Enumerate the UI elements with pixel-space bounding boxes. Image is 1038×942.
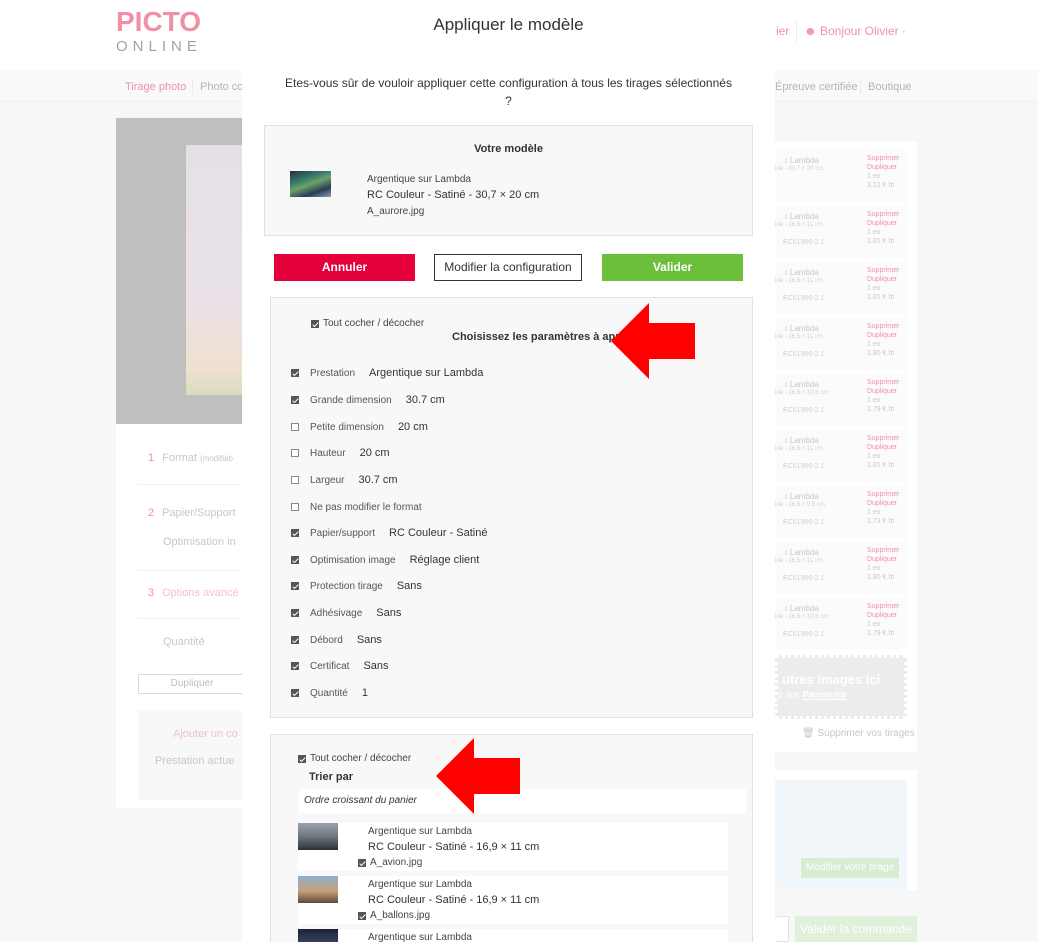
toggle-all-label: Tout cocher / décocher: [310, 753, 412, 764]
param-value: 20 cm: [397, 421, 428, 433]
param-value: 30.7 cm: [405, 394, 445, 406]
param-label: Largeur: [310, 474, 345, 486]
param-value: 1: [361, 687, 368, 699]
param-label: Certificat: [310, 660, 350, 672]
param-row[interactable]: Protection tirage Sans: [291, 579, 422, 593]
param-label: Débord: [310, 634, 343, 646]
model-filename: A_aurore.jpg: [367, 206, 425, 217]
validate-button[interactable]: Valider: [602, 254, 743, 281]
param-checkbox[interactable]: [291, 396, 299, 404]
image-format: RC Couleur - Satiné - 16,9 × 11 cm: [368, 841, 540, 853]
image-checkbox[interactable]: [358, 858, 366, 867]
param-value: Argentique sur Lambda: [369, 367, 484, 379]
param-checkbox[interactable]: [291, 556, 299, 564]
param-label: Quantité: [310, 687, 348, 699]
param-row[interactable]: Petite dimension 20 cm: [291, 420, 428, 434]
images-toggle-all[interactable]: Tout cocher / décocher: [298, 753, 411, 764]
param-checkbox[interactable]: [291, 529, 299, 537]
toggle-all-label: Tout cocher / décocher: [323, 318, 425, 329]
image-thumbnail: [298, 823, 338, 850]
modal-title: Appliquer le modèle: [433, 15, 584, 34]
model-heading: Votre modèle: [474, 143, 543, 155]
param-label: Hauteur: [310, 447, 346, 459]
image-item[interactable]: Argentique sur Lambda RC Couleur - Satiné…: [298, 876, 728, 924]
modify-configuration-button[interactable]: Modifier la configuration: [434, 254, 582, 281]
checkbox[interactable]: [298, 754, 306, 763]
param-checkbox[interactable]: [291, 689, 299, 697]
param-label: Optimisation image: [310, 554, 396, 566]
checkbox[interactable]: [311, 319, 319, 328]
param-value: Réglage client: [409, 554, 480, 566]
image-filename: A_ballons.jpg: [370, 910, 431, 921]
param-row[interactable]: Certificat Sans: [291, 659, 389, 673]
param-row[interactable]: Ne pas modifier le format: [291, 500, 436, 514]
image-file[interactable]: A_avion.jpg: [358, 857, 422, 868]
param-label: Adhésivage: [310, 607, 363, 619]
param-value: 20 cm: [359, 447, 390, 459]
param-label: Protection tirage: [310, 580, 383, 592]
red-arrow-sort: [436, 738, 520, 814]
param-value: Sans: [356, 634, 382, 646]
param-value: RC Couleur - Satiné: [389, 527, 488, 539]
image-thumbnail: [298, 929, 338, 942]
image-item[interactable]: Argentique sur Lambda: [298, 929, 728, 942]
model-thumbnail: [290, 171, 331, 197]
sort-select[interactable]: Ordre croissant du panier: [298, 789, 746, 813]
param-checkbox[interactable]: [291, 662, 299, 670]
param-row[interactable]: Débord Sans: [291, 633, 382, 647]
param-checkbox[interactable]: [291, 609, 299, 617]
param-checkbox[interactable]: [291, 582, 299, 590]
image-item[interactable]: Argentique sur Lambda RC Couleur - Satiné…: [298, 823, 728, 871]
param-checkbox[interactable]: [291, 449, 299, 457]
model-format: RC Couleur - Satiné - 30,7 × 20 cm: [367, 189, 540, 201]
param-value: 30.7 cm: [358, 474, 398, 486]
param-row[interactable]: Quantité 1: [291, 686, 368, 700]
image-service: Argentique sur Lambda: [368, 879, 472, 890]
image-format: RC Couleur - Satiné - 16,9 × 11 cm: [368, 894, 540, 906]
param-checkbox[interactable]: [291, 503, 299, 511]
param-row[interactable]: Grande dimension 30.7 cm: [291, 393, 445, 407]
param-label: Papier/support: [310, 527, 376, 539]
param-value: Sans: [396, 580, 422, 592]
param-label: Petite dimension: [310, 421, 384, 433]
red-arrow-params: [611, 303, 695, 379]
param-row[interactable]: Adhésivage Sans: [291, 606, 401, 620]
image-thumbnail: [298, 876, 338, 903]
image-service: Argentique sur Lambda: [368, 826, 472, 837]
image-service: Argentique sur Lambda: [368, 932, 472, 942]
param-checkbox[interactable]: [291, 369, 299, 377]
param-row[interactable]: Hauteur 20 cm: [291, 446, 390, 460]
param-row[interactable]: Largeur 30.7 cm: [291, 473, 398, 487]
model-summary: Votre modèle Argentique sur Lambda RC Co…: [264, 125, 753, 236]
param-row[interactable]: Optimisation image Réglage client: [291, 553, 479, 567]
param-checkbox[interactable]: [291, 636, 299, 644]
cancel-button[interactable]: Annuler: [274, 254, 415, 281]
param-label: Prestation: [310, 367, 356, 379]
sort-heading: Trier par: [309, 771, 354, 783]
param-label: Ne pas modifier le format: [310, 501, 422, 513]
param-label: Grande dimension: [310, 394, 392, 406]
param-checkbox[interactable]: [291, 423, 299, 431]
param-value: Sans: [363, 660, 389, 672]
param-row[interactable]: Papier/support RC Couleur - Satiné: [291, 526, 487, 540]
confirmation-question: Etes-vous sûr de vouloir appliquer cette…: [285, 76, 732, 108]
image-filename: A_avion.jpg: [370, 857, 423, 868]
param-row[interactable]: Prestation Argentique sur Lambda: [291, 366, 483, 380]
model-service: Argentique sur Lambda: [367, 174, 471, 185]
params-toggle-all[interactable]: Tout cocher / décocher: [311, 318, 424, 329]
param-checkbox[interactable]: [291, 476, 299, 484]
image-file[interactable]: A_ballons.jpg: [358, 910, 430, 921]
param-value: Sans: [376, 607, 402, 619]
image-checkbox[interactable]: [358, 911, 366, 920]
